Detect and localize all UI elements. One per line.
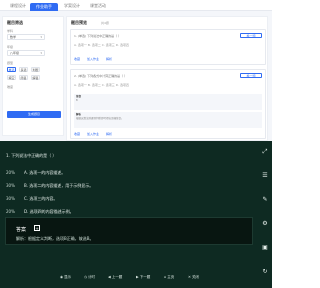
analysis-action[interactable]: 解析	[106, 57, 112, 61]
expand-icon[interactable]: +	[34, 225, 40, 231]
grade-label: 年级	[7, 45, 14, 49]
replace-button[interactable]: 换一题	[240, 33, 262, 38]
chip-short[interactable]: 简答	[19, 75, 28, 80]
question-count: 共4题	[101, 21, 109, 25]
question-stem: 2. (单选) 下列各式中计算正确的是（ ）	[74, 74, 128, 78]
preview-title: 题目预览	[71, 20, 87, 25]
clock-icon: ◷	[84, 275, 88, 279]
filter-panel: 题目筛选 学科 数学 ▾ 年级 八年级 ▾ 题型 单选 多选 判断 填空 简答 …	[2, 16, 64, 136]
subject-select[interactable]: 数学 ▾	[7, 34, 45, 40]
card-actions: 收藏 加入作业 解析	[74, 57, 118, 61]
refresh-icon[interactable]: ↻	[260, 267, 270, 277]
tab-homework-assistant[interactable]: 作业助手	[30, 3, 58, 11]
board-icon[interactable]: ▣	[260, 243, 270, 253]
card-actions: 收藏 加入作业 解析	[74, 132, 118, 136]
difficulty-label: 难度	[7, 85, 14, 89]
analysis-text: 根据运算法则逐项判断即可得出正确答案。	[76, 117, 124, 120]
close-icon: ✕	[188, 275, 191, 279]
tab-class-activity[interactable]: 课堂活动	[84, 3, 112, 10]
eye-icon: ◉	[60, 275, 64, 279]
option-a[interactable]: 20% A. 选项一的内容描述。	[6, 170, 65, 176]
option-rate: 30%	[6, 183, 15, 188]
chip-fill[interactable]: 填空	[7, 75, 16, 80]
add-homework-action[interactable]: 加入作业	[87, 132, 99, 136]
fullscreen-icon[interactable]: ⤢	[260, 147, 270, 157]
favorite-action[interactable]: 收藏	[74, 57, 80, 61]
option-b[interactable]: 30% B. 选项二的内容描述，用于示例显示。	[6, 183, 93, 189]
answer-text: B	[76, 99, 78, 102]
chip-single[interactable]: 单选	[7, 67, 16, 72]
answer-title: 答案	[16, 227, 27, 233]
menu-icon[interactable]: ☰	[260, 171, 270, 181]
chip-judge[interactable]: 判断	[31, 67, 40, 72]
option-c[interactable]: 30% C. 选项三的内容。	[6, 196, 57, 202]
option-rate: 20%	[6, 209, 15, 214]
favorite-action[interactable]: 收藏	[74, 132, 80, 136]
close-button[interactable]: ✕关闭	[188, 275, 199, 280]
analysis-block: 解析 根据运算法则逐项判断即可得出正确答案。	[74, 112, 262, 128]
web-app: 课程设计 作业助手 学案设计 课堂活动 题目筛选 学科 数学 ▾ 年级 八年级 …	[0, 0, 272, 141]
question-stem: 1. (单选) 下列说法中正确的是（ ）	[74, 34, 122, 38]
option-rate: 30%	[6, 196, 15, 201]
prev-button[interactable]: ◀上一题	[108, 275, 122, 280]
chevron-down-icon: ▾	[40, 35, 42, 39]
question-options: A. 选项一 B. 选项二 C. 选项三 D. 选项四	[74, 83, 129, 87]
question-options: A. 选项一 B. 选项二 C. 选项三 D. 选项四	[74, 43, 129, 47]
replace-button[interactable]: 换一题	[240, 73, 262, 78]
home-button[interactable]: ⌂主页	[164, 275, 174, 280]
top-nav: 课程设计 作业助手 学案设计 课堂活动	[0, 0, 272, 11]
chevron-down-icon: ▾	[40, 51, 42, 55]
viewer-question: 1. 下列说法中正确的是（ ）	[6, 153, 57, 158]
show-button[interactable]: ◉显示	[60, 275, 71, 280]
prev-icon: ◀	[108, 275, 111, 279]
question-card: 1. (单选) 下列说法中正确的是（ ） A. 选项一 B. 选项二 C. 选项…	[70, 29, 266, 65]
settings-icon[interactable]: ⚙	[260, 219, 270, 229]
add-homework-action[interactable]: 加入作业	[87, 57, 99, 61]
timer-button[interactable]: ◷计时	[84, 275, 95, 280]
type-label: 题型	[7, 61, 14, 65]
option-d[interactable]: 20% D. 选项四的内容描述示例。	[6, 209, 74, 215]
pen-icon[interactable]: ✎	[260, 195, 270, 205]
subject-label: 学科	[7, 29, 14, 33]
next-icon: ▶	[136, 275, 139, 279]
preview-panel: 题目预览 共4题 1. (单选) 下列说法中正确的是（ ） A. 选项一 B. …	[66, 16, 268, 141]
tab-course-design[interactable]: 课程设计	[4, 3, 32, 10]
generate-button[interactable]: 生成题目	[7, 111, 61, 118]
next-button[interactable]: ▶下一题	[136, 275, 150, 280]
tab-study-plan[interactable]: 学案设计	[58, 3, 86, 10]
answer-label: 答案	[76, 95, 82, 98]
answer-block: 答案 B	[74, 94, 262, 110]
chip-multi[interactable]: 多选	[19, 67, 28, 72]
side-toolbar: ⤢ ☰ ✎ ⚙ ▣ ↻	[258, 141, 272, 288]
grade-select[interactable]: 八年级 ▾	[7, 50, 45, 56]
option-rate: 20%	[6, 170, 15, 175]
chip-solve[interactable]: 解答	[31, 75, 40, 80]
answer-explanation: 解析：根据定义判断，选项B正确，故选B。	[16, 236, 94, 241]
home-icon: ⌂	[164, 275, 167, 279]
filter-title: 题目筛选	[7, 20, 23, 25]
answer-panel: 答案 + 解析：根据定义判断，选项B正确，故选B。	[5, 217, 253, 245]
bottom-toolbar: ◉显示 ◷计时 ◀上一题 ▶下一题 ⌂主页 ✕关闭	[60, 273, 220, 285]
analysis-action[interactable]: 解析	[106, 132, 112, 136]
question-card: 2. (单选) 下列各式中计算正确的是（ ） A. 选项一 B. 选项二 C. …	[70, 69, 266, 139]
